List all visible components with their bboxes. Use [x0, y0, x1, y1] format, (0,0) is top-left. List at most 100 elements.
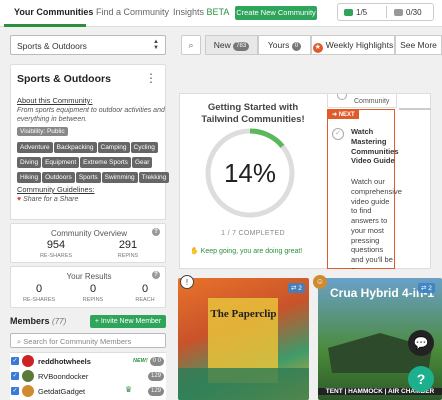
- visibility-badge: Visibility: Public: [17, 127, 68, 136]
- results-reach-label: REACH: [135, 297, 155, 303]
- active-tab-underline: [4, 24, 86, 27]
- member-row[interactable]: ✓ GetdatGadget ♛ 129: [10, 384, 166, 399]
- tab-find-community[interactable]: Find a Community: [96, 7, 169, 17]
- community-overview-card: Community Overview ? 954 RE-SHARES 291 R…: [10, 223, 166, 263]
- results-reshares-value: 0: [35, 283, 43, 295]
- checkbox[interactable]: ✓: [11, 357, 19, 365]
- crown-icon: ♛: [125, 385, 133, 394]
- your-results-card: Your Results ? 0 RE-SHARES 0 REPINS 0 RE…: [10, 266, 166, 308]
- overview-repins-label: REPINS: [117, 253, 139, 259]
- pin-image: [178, 298, 309, 400]
- community-select[interactable]: Sports & Outdoors ▲ ▼: [10, 35, 166, 55]
- beta-label: BETA: [206, 7, 230, 17]
- tab-yours[interactable]: Yours 0: [258, 35, 311, 55]
- tag-item: Camping: [97, 142, 130, 153]
- top-navigation: Your Communities Find a Community Insigh…: [0, 0, 442, 27]
- info-icon[interactable]: ?: [152, 228, 160, 236]
- next-arrow-icon: ➜: [332, 112, 338, 118]
- checkbox[interactable]: ✓: [11, 387, 19, 395]
- step-check-icon: ✓: [332, 128, 344, 140]
- overview-repins-value: 291: [118, 239, 138, 251]
- repin-icon: ⇄: [291, 285, 297, 292]
- member-stat-badge: 129: [147, 372, 164, 381]
- tag-item: Adventure: [17, 142, 53, 153]
- guidelines-value: Share for a Share: [23, 196, 79, 203]
- highlights-icon: ★: [312, 43, 323, 53]
- invite-member-button[interactable]: + Invite New Member: [90, 315, 166, 328]
- select-arrows-icon: ▲ ▼: [153, 39, 159, 51]
- results-reach-value: 0: [141, 283, 149, 295]
- tag-item: Diving: [17, 157, 42, 168]
- getting-started-card: Getting Started with Tailwind Communitie…: [179, 93, 431, 269]
- tag-item: Hiking: [17, 172, 42, 183]
- member-search-placeholder: Search for Community Members: [23, 337, 132, 346]
- member-name: reddhotwheels: [38, 357, 91, 366]
- divider: [386, 6, 387, 18]
- previous-step[interactable]: Community: [327, 94, 397, 108]
- guidelines-link[interactable]: Community Guidelines:: [17, 185, 95, 194]
- tag-item: Sports: [75, 172, 101, 183]
- next-step[interactable]: ➜ NEXT ✓ Watch Mastering Communities Vid…: [327, 109, 402, 269]
- info-icon[interactable]: ?: [152, 271, 160, 279]
- member-usage-value: 1/5: [356, 8, 368, 17]
- chat-icon: 💬: [413, 336, 429, 350]
- help-button[interactable]: ?: [408, 366, 434, 392]
- avatar: [22, 370, 34, 382]
- next-step-title: Watch Mastering Communities Video Guide: [351, 127, 399, 166]
- tab-new[interactable]: New 783: [205, 35, 258, 55]
- search-button[interactable]: ⌕: [181, 35, 201, 55]
- guidelines-text: ♥ Share for a Share: [17, 196, 78, 203]
- member-name: RVBoondocker: [38, 372, 89, 381]
- tag-item: Equipment: [42, 157, 80, 168]
- tag-item: Outdoors: [42, 172, 75, 183]
- pin-usage-value: 0/30: [406, 8, 422, 17]
- tab-insights-label: Insights: [173, 7, 205, 17]
- member-row[interactable]: ✓ reddhotwheels NEW! 0 0: [10, 354, 166, 369]
- tag-item: Swimming: [101, 172, 138, 183]
- member-stat-badge: 0 0: [149, 357, 164, 366]
- pin-title: The Paperclip: [210, 308, 277, 320]
- member-list: ✓ reddhotwheels NEW! 0 0 ✓ RVBoondocker …: [10, 352, 166, 400]
- create-community-button[interactable]: Create New Community: [235, 6, 317, 20]
- overview-reshares-value: 954: [46, 239, 66, 251]
- tab-weekly-highlights[interactable]: ★ Weekly Highlights: [311, 35, 395, 55]
- member-search-input[interactable]: ⌕ Search for Community Members: [10, 333, 166, 348]
- next-label-text: NEXT: [338, 112, 355, 118]
- checkbox[interactable]: ✓: [11, 372, 19, 380]
- member-row[interactable]: ✓ RVBoondocker 129: [10, 369, 166, 384]
- avatar: [22, 355, 34, 367]
- tab-yours-label: Yours: [267, 40, 290, 50]
- member-name: GetdatGadget: [38, 387, 86, 396]
- members-icon: [344, 9, 353, 16]
- next-label: ➜ NEXT: [328, 110, 359, 119]
- tab-insights[interactable]: Insights BETA: [173, 7, 229, 17]
- heart-icon: ♥: [17, 196, 22, 203]
- tag-item: Extreme Sports: [80, 157, 131, 168]
- members-label: Members: [10, 316, 50, 326]
- pin-icon: ☺: [313, 275, 327, 289]
- about-link[interactable]: About this Community:: [17, 96, 92, 105]
- help-icon: ?: [416, 371, 426, 387]
- divider: [399, 108, 431, 110]
- overview-title: Community Overview: [50, 229, 127, 238]
- tab-weekly-highlights-label: Weekly Highlights: [325, 40, 394, 50]
- repin-badge: ⇄ 2: [418, 283, 435, 293]
- tag-item: Trekking: [138, 172, 170, 183]
- tag-list: Adventure Backpacking Camping Cycling Diving…: [17, 140, 172, 185]
- tag-item: Cycling: [130, 142, 158, 153]
- repin-count: 2: [428, 285, 432, 292]
- repin-icon: ⇄: [421, 285, 427, 292]
- steps-panel: Community ➜ NEXT ✓ Watch Mastering Commu…: [327, 94, 431, 269]
- pin-card[interactable]: The Paperclip: [178, 278, 309, 400]
- yours-count-badge: 0: [291, 42, 302, 51]
- overview-reshares-label: RE-SHARES: [39, 253, 73, 259]
- more-options-icon[interactable]: ⋮: [145, 71, 157, 85]
- pins-icon: [394, 9, 403, 16]
- pin-icon: !: [180, 275, 194, 289]
- community-select-value: Sports & Outdoors: [17, 41, 87, 51]
- tab-your-communities[interactable]: Your Communities: [14, 7, 93, 17]
- members-heading: Members (77): [10, 316, 66, 326]
- chat-button[interactable]: 💬: [408, 330, 434, 356]
- getting-started-title: Getting Started with Tailwind Communitie…: [201, 102, 305, 125]
- tab-see-more[interactable]: See More: [395, 35, 442, 55]
